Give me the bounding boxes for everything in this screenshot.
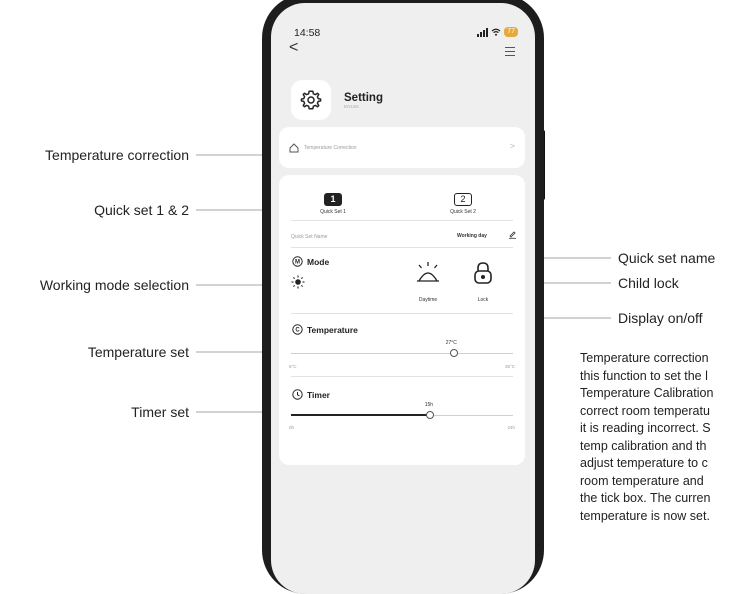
annotation-temperature-correction: Temperature correction [45,147,189,163]
description-line: temperature is now set. [580,508,710,523]
description-text: Temperature correction this function to … [580,350,749,525]
temperature-max: 35°C [504,364,515,369]
lock-label: Lock [477,297,489,303]
description-line: Temperature correction [580,351,709,365]
svg-text:M: M [295,260,300,266]
timer-label: Timer [307,390,330,400]
display-label: Daytime [418,297,438,303]
display-icon[interactable] [415,261,441,285]
temperature-icon: C [292,324,303,335]
timer-slider-fill [291,414,430,416]
quick-set-name-value: Working day [457,233,487,239]
tab-quick-set-2[interactable]: 2 [451,193,475,206]
temperature-slider-track[interactable] [291,353,513,354]
description-line: it is reading incorrect. S [580,421,711,435]
divider [291,376,513,377]
wifi-icon [491,28,501,36]
description-line: temp calibration and th [580,438,707,453]
mode-icon: M [292,256,303,267]
back-button[interactable]: < [289,39,298,57]
annotation-quick-set-name: Quick set name [618,250,716,266]
edit-icon[interactable] [508,230,517,239]
quick-set-name-label: Quick Set Name [291,234,328,240]
tab-number: 2 [454,193,472,206]
description-line: this function to set the l [580,368,708,383]
timer-slider-knob[interactable] [425,411,434,419]
quick-set-card: 1 Quick Set 1 2 Quick Set 2 Quick Set Na… [279,175,525,465]
timer-icon [292,389,303,400]
timer-max: 24h [507,425,515,430]
description-line: the tick box. The curren [580,491,711,505]
chevron-right-icon: > [509,141,515,151]
page-title: Setting [344,92,383,104]
gear-icon [291,80,331,120]
phone-frame: 14:58 77 < Setting MYLEK Temperature Cor… [262,0,544,594]
sun-icon[interactable] [291,275,305,289]
mode-label: Mode [307,257,330,267]
description-line: adjust temperature to c [580,456,708,470]
annotation-display: Display on/off [618,310,703,326]
page-subtitle: MYLEK [344,104,360,109]
temperature-value: 27°C [445,340,457,346]
annotation-quick-set: Quick set 1 & 2 [94,202,189,218]
tab-label: Quick Set 1 [320,209,346,215]
description-line: Temperature Calibration [580,386,714,400]
home-icon [289,143,299,153]
status-time: 14:58 [294,27,321,39]
divider [291,247,513,248]
tab-label: Quick Set 2 [450,209,476,215]
battery-icon: 77 [504,27,518,37]
status-bar: 14:58 77 [288,27,518,41]
timer-min: 0h [289,425,295,430]
temperature-correction-row[interactable]: Temperature Correction > [279,127,525,168]
annotation-working-mode: Working mode selection [39,277,189,293]
annotation-timer-set: Timer set [131,404,189,420]
phone-screen: 14:58 77 < Setting MYLEK Temperature Cor… [271,3,535,594]
svg-text:C: C [295,328,300,334]
tab-quick-set-1[interactable]: 1 [321,193,345,206]
tab-number: 1 [324,193,342,206]
temperature-min: 5°C [289,364,297,369]
menu-icon[interactable] [505,47,515,59]
description-line: room temperature and [580,473,704,488]
annotation-child-lock: Child lock [618,275,679,291]
divider [291,220,513,221]
temperature-correction-label: Temperature Correction [304,145,357,151]
annotation-temperature-set: Temperature set [87,344,189,360]
description-line: correct room temperatu [580,403,710,418]
lock-icon[interactable] [473,261,493,285]
timer-value: 15h [424,402,434,408]
temperature-label: Temperature [307,325,358,335]
signal-icon [477,27,489,37]
temperature-slider-knob[interactable] [449,349,458,357]
divider [291,313,513,314]
